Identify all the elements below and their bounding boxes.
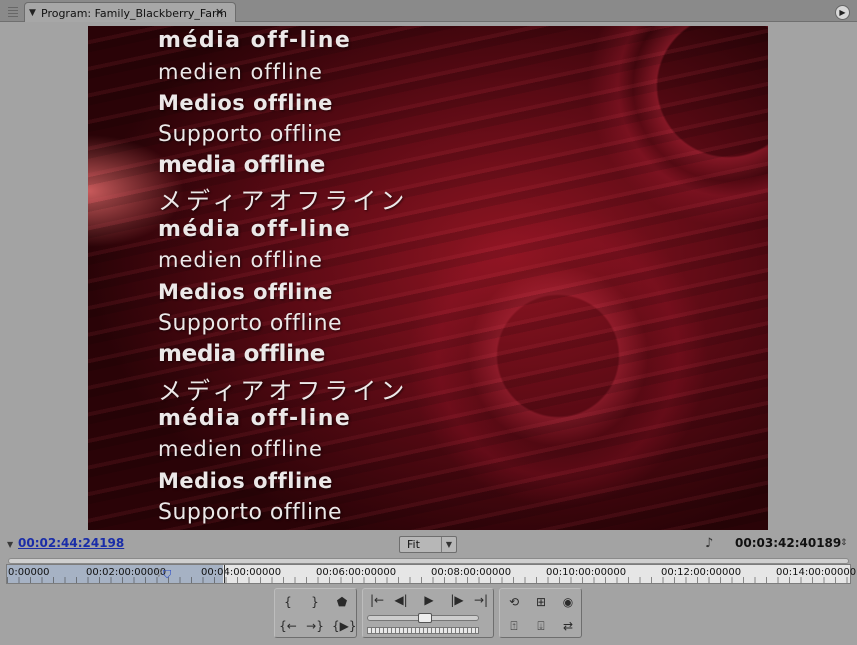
transport-controls: { } ⬟ {← →} {▶} |← ◀| ▶ |▶ →| ⟲ ⊞ ◉ ⍐ ⍗ … xyxy=(0,586,857,645)
offline-line: media offline xyxy=(158,341,326,367)
offline-line: Supporto offline xyxy=(158,122,343,147)
marker-icon[interactable]: ▽ xyxy=(155,568,163,579)
loop-icon[interactable]: ⟲ xyxy=(504,593,524,611)
next-edit-icon[interactable]: →| xyxy=(471,591,491,609)
program-monitor-panel: ▼ Program: Family_Blackberry_Farm ✕ ▶ mé… xyxy=(0,0,857,645)
panel-tab[interactable]: ▼ Program: Family_Blackberry_Farm ✕ xyxy=(24,2,236,22)
program-monitor-view: média off-line medien offline Medios off… xyxy=(88,26,768,530)
chevron-down-icon[interactable]: ▼ xyxy=(441,537,456,552)
play-icon[interactable]: ▶ xyxy=(419,591,439,609)
shuttle-thumb[interactable] xyxy=(418,613,432,623)
offline-line: media offline xyxy=(158,152,326,178)
ruler-tick-label: 00:06:00:00000 xyxy=(316,567,397,578)
offline-line: medien offline xyxy=(158,437,323,461)
panel-menu-icon[interactable]: ▶ xyxy=(835,5,850,20)
ruler-tick-label: 00:14:00:00000 xyxy=(776,567,857,578)
offline-line: メディアオフライン xyxy=(158,377,409,405)
play-in-to-out-icon[interactable]: {▶} xyxy=(332,617,357,635)
panel-tab-label: Program: Family_Blackberry_Farm xyxy=(41,7,227,20)
current-timecode[interactable]: 00:02:44:24198 xyxy=(18,536,124,550)
jog-wheel[interactable] xyxy=(367,627,479,634)
mark-in-icon[interactable]: { xyxy=(278,593,298,611)
set-marker-icon[interactable]: ⬟ xyxy=(332,593,352,611)
marker-controls-group: { } ⬟ {← →} {▶} xyxy=(274,588,357,638)
go-to-in-icon[interactable]: {← xyxy=(278,617,298,635)
offline-line: média off-line xyxy=(158,28,352,53)
go-to-out-icon[interactable]: →} xyxy=(305,617,325,635)
time-ruler[interactable]: 0:00000 00:02:00:00000 00:04:00:00000 00… xyxy=(6,558,856,584)
shuttle-slider[interactable] xyxy=(367,613,479,623)
current-time-line xyxy=(224,565,225,583)
zoom-level-value: Fit xyxy=(407,538,420,551)
offline-line: medien offline xyxy=(158,60,323,84)
ruler-tick-label: 00:10:00:00000 xyxy=(546,567,627,578)
step-back-icon[interactable]: ◀| xyxy=(391,591,411,609)
offline-line: Supporto offline xyxy=(158,311,343,336)
playhead-icon[interactable]: ⛉ xyxy=(163,568,171,582)
offline-line: Medios offline xyxy=(158,469,333,493)
mark-out-icon[interactable]: } xyxy=(305,593,325,611)
prev-edit-icon[interactable]: |← xyxy=(367,591,387,609)
trim-icon[interactable]: ⇄ xyxy=(558,617,578,635)
duration-timecode[interactable]: 00:03:42:40189 xyxy=(735,536,841,550)
extract-icon[interactable]: ⍗ xyxy=(531,617,551,635)
output-controls-group: ⟲ ⊞ ◉ ⍐ ⍗ ⇄ xyxy=(499,588,582,638)
offline-line: medien offline xyxy=(158,248,323,272)
offline-line: média off-line xyxy=(158,406,352,431)
monitor-info-bar: ▼ 00:02:44:24198 Fit ▼ ♪ 00:03:42:40189 … xyxy=(0,532,857,556)
output-icon[interactable]: ◉ xyxy=(558,593,578,611)
close-icon[interactable]: ✕ xyxy=(215,6,224,19)
offline-line: メディアオフライン xyxy=(158,187,409,215)
ruler-tick-label: 00:08:00:00000 xyxy=(431,567,512,578)
ruler-area[interactable]: 0:00000 00:02:00:00000 00:04:00:00000 00… xyxy=(6,564,856,584)
playhead-indicator-icon: ▼ xyxy=(7,540,14,549)
playback-controls-group: |← ◀| ▶ |▶ →| xyxy=(362,588,494,638)
triangle-down-icon[interactable]: ▼ xyxy=(29,8,36,18)
offline-line: Medios offline xyxy=(158,91,333,115)
panel-title-bar: ▼ Program: Family_Blackberry_Farm ✕ ▶ xyxy=(0,0,857,22)
safe-margins-icon[interactable]: ⊞ xyxy=(531,593,551,611)
panel-grip-icon[interactable] xyxy=(8,5,18,17)
offline-line: Medios offline xyxy=(158,280,333,304)
step-forward-icon[interactable]: |▶ xyxy=(447,591,467,609)
audio-note-icon[interactable]: ♪ xyxy=(705,536,713,551)
ruler-tick-label: 00:12:00:00000 xyxy=(661,567,742,578)
offline-line: média off-line xyxy=(158,217,352,242)
ruler-tick-label: 0:00000 xyxy=(8,567,50,578)
duration-toggle-icon[interactable]: ⇕ xyxy=(840,538,848,548)
ruler-tick-label: 00:04:00:00000 xyxy=(201,567,282,578)
offline-line: Supporto offline xyxy=(158,500,343,525)
zoom-level-select[interactable]: Fit ▼ xyxy=(399,536,457,553)
lift-icon[interactable]: ⍐ xyxy=(504,617,524,635)
